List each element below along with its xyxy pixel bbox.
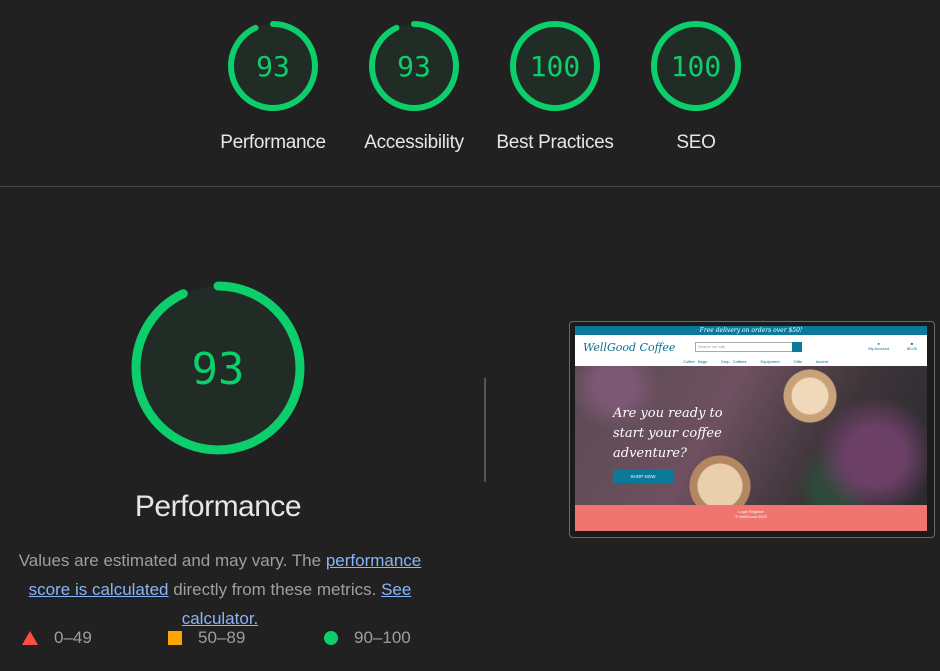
gauge-performance[interactable]: 93 Performance [213, 18, 333, 154]
site-nav-item: Gifts [793, 359, 802, 364]
gauge-ring: 93 [369, 21, 459, 111]
performance-gauge: 93 [131, 281, 305, 455]
site-nav-item: Equipment [760, 359, 780, 364]
vertical-divider [484, 378, 486, 482]
site-search: Search our site [695, 342, 795, 352]
shop-now-button: SHOP NOW [613, 470, 673, 483]
gauge-best-practices[interactable]: 100 Best Practices [495, 18, 615, 154]
site-footer: Login Register © WellGood 2023 [575, 505, 927, 531]
legend-fail: 0–49 [22, 628, 92, 648]
performance-score: 93 [192, 344, 245, 395]
category-summary: 93 Performance 93 Accessibility 100 Best… [0, 0, 940, 186]
square-icon [168, 631, 182, 645]
legend-average: 50–89 [168, 628, 245, 648]
circle-icon [324, 631, 338, 645]
account-label: My Account [868, 346, 889, 351]
legend-pass: 90–100 [324, 628, 411, 648]
gauge-ring: 100 [510, 21, 600, 111]
gauge-ring: 93 [228, 21, 318, 111]
gauge-score: 93 [256, 50, 290, 83]
triangle-icon [22, 631, 38, 645]
legend-label: 50–89 [198, 628, 246, 647]
gauge-score: 100 [671, 50, 722, 83]
note-text: Values are estimated and may vary. The [18, 551, 326, 570]
score-note: Values are estimated and may vary. The p… [0, 546, 440, 633]
gauge-score: 100 [530, 50, 581, 83]
score-legend: 0–49 50–89 90–100 [0, 628, 460, 654]
legend-label: 0–49 [54, 628, 92, 647]
site-hero: Are you ready to start your coffee adven… [575, 366, 927, 505]
site-banner: Free delivery on orders over $50! [575, 326, 927, 335]
search-icon [792, 342, 802, 352]
gauge-seo[interactable]: 100 SEO [636, 18, 756, 154]
legend-label: 90–100 [354, 628, 411, 647]
site-nav-item: Coffee Bags [683, 359, 707, 364]
gauge-ring: 100 [651, 21, 741, 111]
footer-copyright: © WellGood 2023 [735, 514, 767, 519]
gauge-label: Performance [220, 132, 326, 153]
gauge-label: SEO [676, 132, 716, 153]
final-screenshot[interactable]: Free delivery on orders over $50! WellGo… [575, 326, 927, 531]
gauge-label: Best Practices [496, 132, 614, 153]
gauge-accessibility[interactable]: 93 Accessibility [354, 18, 474, 154]
bag-icon: ■ $0.00 [906, 341, 917, 351]
note-text: directly from these metrics. [168, 580, 382, 599]
site-nav-item: Drop Coffees [720, 359, 747, 364]
site-nav: Coffee Bags Drop Coffees Equipment Gifts Acc… [683, 359, 842, 364]
site-nav-item: Accent [815, 359, 829, 364]
gauge-score: 93 [397, 50, 431, 83]
site-header: WellGood Coffee Search our site ● My Acco… [575, 335, 927, 366]
section-divider [0, 186, 940, 187]
bag-label: $0.00 [906, 346, 917, 351]
performance-title: Performance [134, 490, 302, 523]
gauge-label: Accessibility [364, 132, 464, 153]
account-icon: ● My Account [868, 341, 889, 351]
hero-heading: Are you ready to start your coffee adven… [613, 406, 723, 461]
site-logo: WellGood Coffee [583, 341, 676, 354]
